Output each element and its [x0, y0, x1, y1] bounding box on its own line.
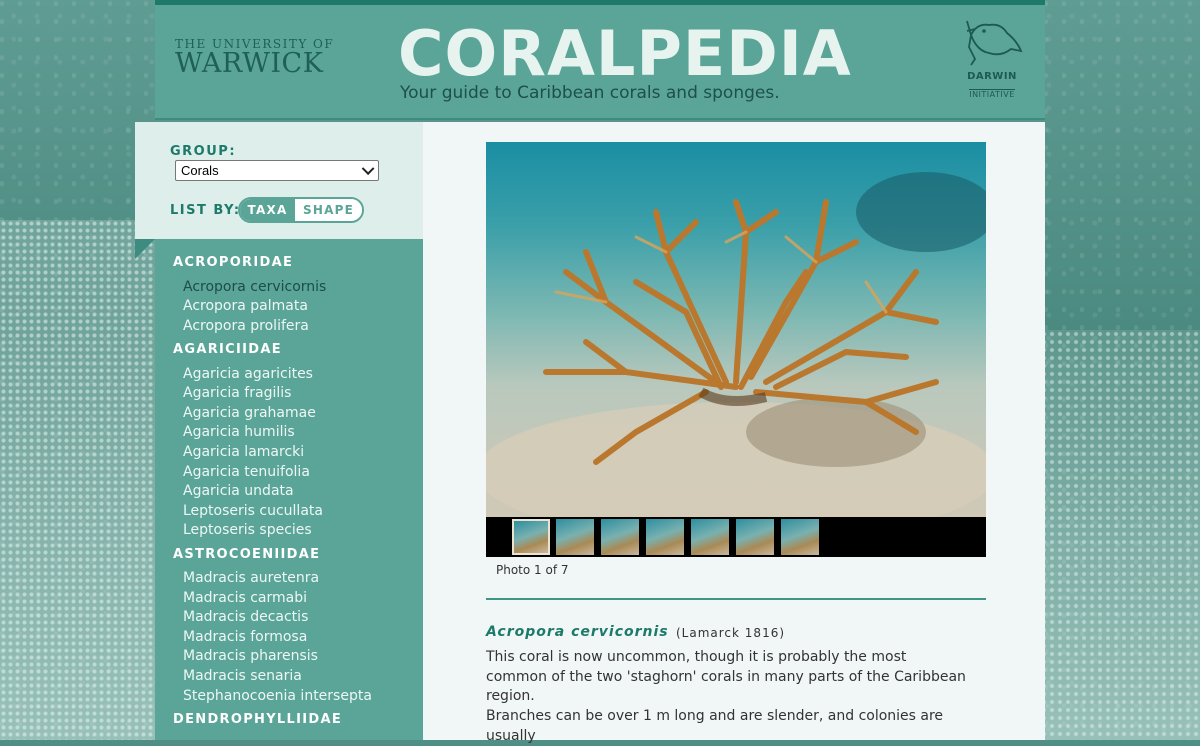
university-logo-link[interactable]: THE UNIVERSITY OF WARWICK	[175, 37, 334, 77]
list-by-toggle: TAXA SHAPE	[238, 197, 364, 223]
species-link[interactable]: Agaricia agaricites	[183, 366, 313, 382]
species-link[interactable]: Acropora cervicornis	[183, 279, 326, 295]
species-title: Acropora cervicornis	[486, 624, 669, 640]
background-coral-right	[1040, 330, 1200, 740]
species-link[interactable]: Madracis carmabi	[183, 590, 307, 606]
thumbnail-strip	[486, 517, 986, 557]
species-link[interactable]: Agaricia undata	[183, 483, 294, 499]
background-coral-left	[0, 220, 160, 740]
toggle-taxa-button[interactable]: TAXA	[240, 199, 295, 221]
group-label: GROUP:	[170, 144, 237, 159]
species-photo[interactable]	[486, 142, 986, 517]
site-tagline: Your guide to Caribbean corals and spong…	[400, 83, 780, 103]
species-authority: (Lamarck 1816)	[676, 626, 786, 640]
species-link[interactable]: Madracis formosa	[183, 629, 307, 645]
list-by-label: LIST BY:	[170, 203, 241, 218]
thumbnail-6[interactable]	[736, 519, 774, 555]
university-logo-big-text: WARWICK	[175, 48, 324, 79]
finch-icon	[966, 20, 1023, 66]
thumbnail-5[interactable]	[691, 519, 729, 555]
chevron-down-icon	[361, 162, 375, 176]
sidebar-controls: GROUP: Corals LIST BY: TAXA SHAPE	[135, 122, 423, 239]
darwin-initiative-logo-link[interactable]: DARWIN INITIATIVE	[960, 17, 1024, 101]
species-link[interactable]: Madracis auretenra	[183, 570, 319, 586]
thumbnail-3[interactable]	[601, 519, 639, 555]
species-link[interactable]: Agaricia grahamae	[183, 405, 316, 421]
thumbnail-7[interactable]	[781, 519, 819, 555]
species-link[interactable]: Stephanocoenia intersepta	[183, 688, 372, 704]
thumbnail-4[interactable]	[646, 519, 684, 555]
species-link[interactable]: Madracis decactis	[183, 609, 308, 625]
species-link[interactable]: Acropora palmata	[183, 298, 308, 314]
family-heading: ACROPORIDAE	[173, 255, 294, 270]
description-paragraph: This coral is now uncommon, though it is…	[486, 649, 966, 704]
sidebar-corner-decoration	[135, 239, 155, 259]
family-heading: ASTROCOENIIDAE	[173, 547, 321, 562]
species-link[interactable]: Acropora prolifera	[183, 318, 309, 334]
family-heading: AGARICIIDAE	[173, 342, 282, 357]
group-select-value: Corals	[181, 163, 219, 178]
toggle-shape-button[interactable]: SHAPE	[295, 199, 362, 221]
thumbnail-2[interactable]	[556, 519, 594, 555]
partner-line-1: DARWIN	[967, 71, 1017, 82]
family-heading: DENDROPHYLLIIDAE	[173, 712, 342, 727]
species-link[interactable]: Agaricia fragilis	[183, 385, 291, 401]
site-header: THE UNIVERSITY OF WARWICK CORALPEDIA You…	[155, 0, 1045, 120]
page-container: THE UNIVERSITY OF WARWICK CORALPEDIA You…	[135, 0, 1045, 744]
partner-line-2: INITIATIVE	[969, 89, 1015, 99]
thumbnail-1[interactable]	[512, 519, 550, 555]
species-link[interactable]: Madracis senaria	[183, 668, 302, 684]
species-link[interactable]: Agaricia tenuifolia	[183, 464, 310, 480]
section-divider	[486, 598, 986, 600]
species-link[interactable]: Leptoseris species	[183, 522, 312, 538]
coral-illustration	[486, 172, 986, 517]
species-link[interactable]: Leptoseris cucullata	[183, 503, 323, 519]
group-select[interactable]: Corals	[175, 160, 379, 181]
species-content: Photo 1 of 7 Acropora cervicornis (Lamar…	[423, 122, 1045, 744]
photo-counter: Photo 1 of 7	[496, 563, 569, 577]
species-link[interactable]: Agaricia humilis	[183, 424, 295, 440]
species-sidebar: ACROPORIDAE Acropora cervicornis Acropor…	[155, 239, 423, 740]
description-paragraph: Branches can be over 1 m long and are sl…	[486, 708, 944, 744]
species-link[interactable]: Agaricia lamarcki	[183, 444, 304, 460]
species-link[interactable]: Madracis pharensis	[183, 648, 318, 664]
site-title-link[interactable]: CORALPEDIA	[398, 17, 852, 90]
